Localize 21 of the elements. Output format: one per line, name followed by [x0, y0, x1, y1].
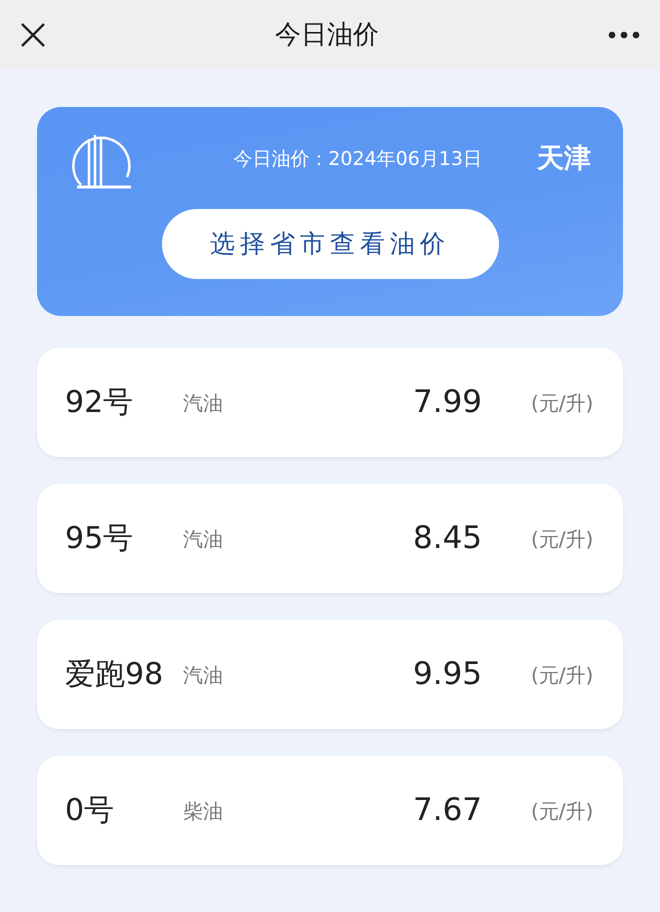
page-title: 今日油价 — [275, 18, 379, 52]
select-city-button[interactable]: 选择省市查看油价 — [162, 209, 498, 279]
fuel-type: 汽油 — [183, 662, 224, 688]
price-value: 8.45 — [413, 519, 484, 558]
fuel-type: 柴油 — [183, 798, 224, 824]
price-unit: (元/升) — [531, 798, 594, 824]
price-value: 7.67 — [413, 791, 484, 830]
price-unit: (元/升) — [531, 662, 594, 688]
fuel-type: 汽油 — [183, 390, 224, 416]
fuel-type: 汽油 — [183, 526, 224, 552]
price-unit: (元/升) — [531, 390, 594, 416]
grade-label: 爱跑98 — [65, 656, 164, 694]
grade-label: 0号 — [65, 792, 116, 830]
grade-label: 95号 — [65, 520, 134, 558]
price-value: 7.99 — [413, 383, 484, 422]
close-icon[interactable] — [20, 22, 46, 48]
more-icon[interactable] — [608, 31, 640, 39]
date-text: 今日油价：2024年06月13日 — [233, 146, 482, 172]
price-unit: (元/升) — [531, 526, 594, 552]
price-value: 9.95 — [413, 655, 484, 694]
grade-label: 92号 — [65, 384, 134, 422]
